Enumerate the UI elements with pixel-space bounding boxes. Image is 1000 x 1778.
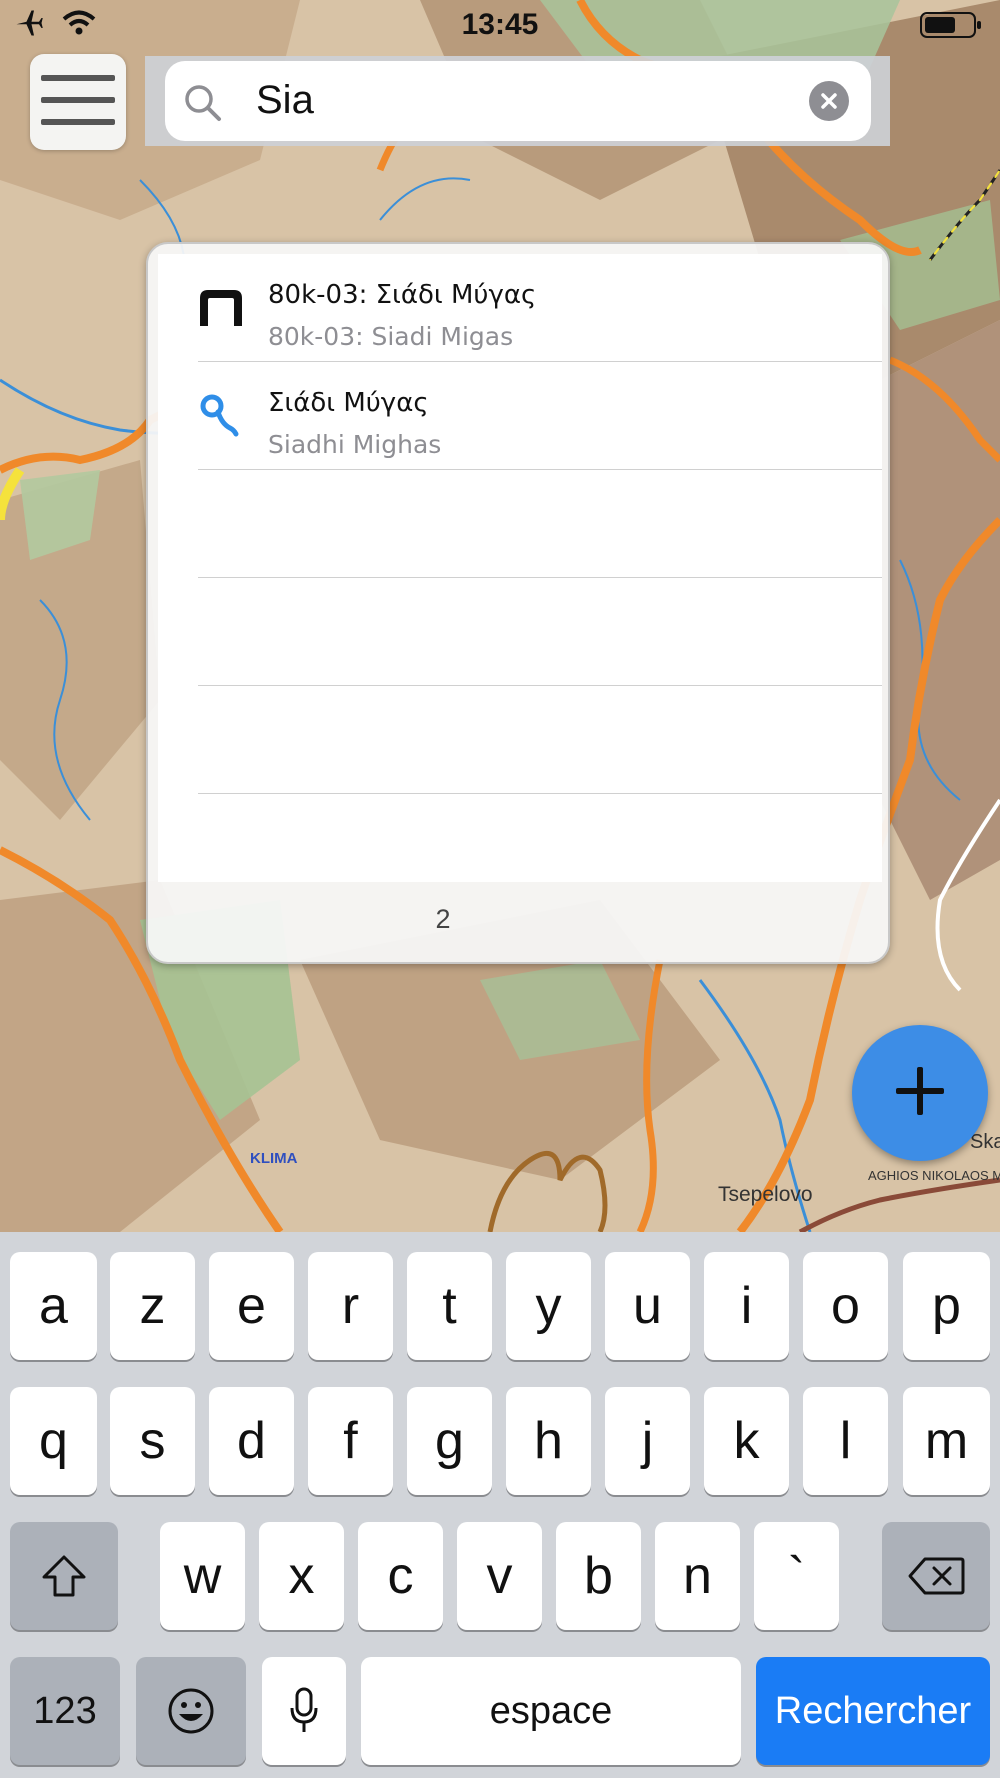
key-b[interactable]: b [556,1522,641,1630]
key-z[interactable]: z [110,1252,195,1360]
result-subtitle: 80k-03: Siadi Migas [268,322,514,351]
key-r[interactable]: r [308,1252,393,1360]
result-subtitle: Siadhi Mighas [268,430,442,459]
status-bar: 13:45 [0,0,1000,48]
result-title: 80k-03: Σιάδι Μύγας [268,280,537,310]
key-e[interactable]: e [209,1252,294,1360]
list-item[interactable]: Σιάδι Μύγας Siadhi Mighas [158,362,882,470]
add-button[interactable] [852,1025,988,1161]
map-label-ska: Ska [970,1131,1000,1153]
key-t[interactable]: t [407,1252,492,1360]
shift-key[interactable] [10,1522,118,1630]
clear-search-button[interactable] [809,81,849,121]
key-q[interactable]: q [10,1387,97,1495]
search-icon [183,83,223,128]
empty-row [158,470,882,578]
key-backtick[interactable]: ` [754,1522,839,1630]
results-list: 80k-03: Σιάδι Μύγας 80k-03: Siadi Migas … [158,254,882,882]
search-input-text[interactable]: Sia [256,78,314,123]
hamburger-menu-icon [41,73,115,132]
battery-icon [920,12,982,43]
key-s[interactable]: s [110,1387,195,1495]
key-y[interactable]: y [506,1252,591,1360]
empty-row [158,578,882,686]
search-key[interactable]: Rechercher [756,1657,990,1765]
microphone-icon [290,1687,318,1732]
key-j[interactable]: j [605,1387,690,1495]
close-icon [821,93,837,109]
key-v[interactable]: v [457,1522,542,1630]
delete-key[interactable] [882,1522,990,1630]
pin-icon [196,392,246,442]
search-results-panel: 80k-03: Σιάδι Μύγας 80k-03: Siadi Migas … [146,242,890,964]
emoji-icon [168,1688,214,1734]
map-label-klima: KLIMA [250,1150,298,1167]
empty-row [158,686,882,794]
shift-icon [42,1555,86,1597]
backspace-icon [908,1557,965,1595]
key-u[interactable]: u [605,1252,690,1360]
key-k[interactable]: k [704,1387,789,1495]
search-field[interactable]: Sia [165,61,871,141]
menu-button[interactable] [30,54,126,150]
numbers-key[interactable]: 123 [10,1657,120,1765]
keyboard: a z e r t y u i o p q s d f g h j k l m … [0,1232,1000,1778]
key-n[interactable]: n [655,1522,740,1630]
key-p[interactable]: p [903,1252,990,1360]
key-w[interactable]: w [160,1522,245,1630]
search-bar-container: Sia [145,56,890,146]
results-count: 2 [435,904,451,934]
key-f[interactable]: f [308,1387,393,1495]
key-x[interactable]: x [259,1522,344,1630]
plus-icon [892,1063,948,1124]
key-a[interactable]: a [10,1252,97,1360]
key-l[interactable]: l [803,1387,888,1495]
empty-row [158,794,882,902]
key-o[interactable]: o [803,1252,888,1360]
key-m[interactable]: m [903,1387,990,1495]
dictation-key[interactable] [262,1657,346,1765]
key-h[interactable]: h [506,1387,591,1495]
arch-icon [196,284,246,334]
status-time: 13:45 [461,8,539,41]
result-title: Σιάδι Μύγας [268,388,429,418]
emoji-key[interactable] [136,1657,246,1765]
map-label-aghios: AGHIOS NIKOLAOS M [868,1168,1000,1183]
space-key[interactable]: espace [361,1657,741,1765]
key-i[interactable]: i [704,1252,789,1360]
map-label-tsepelovo: Tsepelovo [718,1183,813,1206]
list-item[interactable]: 80k-03: Σιάδι Μύγας 80k-03: Siadi Migas [158,254,882,362]
key-c[interactable]: c [358,1522,443,1630]
key-d[interactable]: d [209,1387,294,1495]
key-g[interactable]: g [407,1387,492,1495]
